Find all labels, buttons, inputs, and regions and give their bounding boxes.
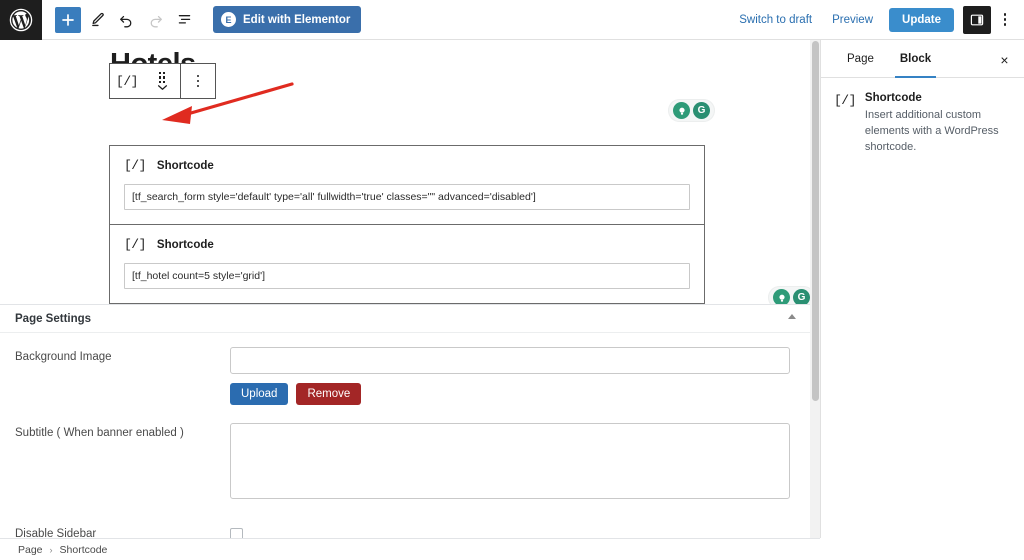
- undo-icon: [119, 15, 131, 28]
- add-block-button[interactable]: [55, 6, 81, 33]
- disable-sidebar-label: Disable Sidebar: [15, 528, 97, 538]
- chevron-down-icon: [157, 85, 167, 90]
- lightbulb-badge-icon[interactable]: [673, 102, 690, 119]
- disable-sidebar-row: Disable Sidebar: [0, 520, 812, 538]
- breadcrumb-item-shortcode[interactable]: Shortcode: [60, 544, 108, 556]
- remove-button[interactable]: Remove: [296, 383, 362, 405]
- breadcrumb-separator: ›: [49, 544, 53, 555]
- redo-button[interactable]: [142, 7, 168, 33]
- shortcode-icon: [/]: [834, 93, 856, 108]
- update-button[interactable]: Update: [889, 7, 954, 32]
- breadcrumb: Page › Shortcode: [0, 538, 820, 560]
- page-settings-title: Page Settings: [15, 312, 92, 325]
- block-info-description: Insert additional custom elements with a…: [864, 109, 999, 153]
- subtitle-field: [230, 423, 790, 504]
- block-type-button[interactable]: [/]: [110, 64, 144, 98]
- block-info-text: Shortcode Insert additional custom eleme…: [865, 92, 1010, 156]
- disable-sidebar-checkbox[interactable]: [230, 527, 243, 538]
- edit-with-elementor-label: Edit with Elementor: [243, 13, 351, 26]
- close-sidebar-button[interactable]: ×: [995, 50, 1014, 69]
- background-image-label: Background Image: [15, 351, 112, 363]
- background-image-field: Upload Remove: [230, 347, 790, 405]
- subtitle-textarea[interactable]: [230, 423, 790, 499]
- helper-badges-top[interactable]: G: [668, 99, 715, 122]
- editor-top-bar: E Edit with Elementor Switch to draft Pr…: [0, 0, 1024, 40]
- block-mover[interactable]: [144, 64, 180, 98]
- shortcode-block-label: Shortcode: [156, 159, 214, 172]
- undo-button[interactable]: [113, 7, 139, 33]
- tab-block[interactable]: Block: [887, 40, 944, 78]
- switch-to-draft-button[interactable]: Switch to draft: [729, 14, 822, 26]
- background-image-input[interactable]: [230, 347, 790, 374]
- tab-page[interactable]: Page: [834, 40, 887, 78]
- shortcode-input[interactable]: [124, 184, 690, 210]
- background-image-buttons: Upload Remove: [230, 383, 790, 405]
- shortcode-block[interactable]: [/] Shortcode: [110, 146, 704, 225]
- shortcode-icon: [/]: [124, 158, 146, 173]
- block-options-button[interactable]: [181, 64, 215, 98]
- pencil-icon: [91, 12, 104, 27]
- lightbulb-icon: [678, 107, 685, 115]
- editor-scrollbar[interactable]: [810, 40, 820, 538]
- page-settings-body: Background Image Upload Remove Subtitle …: [0, 333, 812, 538]
- shortcode-icon: [/]: [116, 73, 138, 89]
- dot: [1003, 13, 1007, 16]
- list-view-button[interactable]: [171, 7, 197, 33]
- dot: [1003, 18, 1007, 21]
- more-options-button[interactable]: [994, 6, 1016, 34]
- collapse-panel-toggle[interactable]: [788, 314, 796, 319]
- block-toolbar: [/]: [109, 63, 216, 99]
- page-settings-panel: Page Settings Background Image Upload Re…: [0, 304, 812, 538]
- list-view-icon: [178, 15, 190, 24]
- settings-panel-toggle-button[interactable]: [963, 5, 991, 34]
- subtitle-label: Subtitle ( When banner enabled ): [15, 427, 184, 439]
- plus-icon: [62, 13, 74, 26]
- dot: [1003, 23, 1007, 26]
- wordpress-logo-icon: [9, 8, 33, 31]
- elementor-badge-icon: E: [221, 12, 236, 27]
- scrollbar-thumb[interactable]: [811, 41, 819, 401]
- drag-handle-icon: [158, 71, 166, 84]
- settings-sidebar: Page Block × [/] Shortcode Insert additi…: [820, 40, 1024, 538]
- kebab-vertical-icon: [196, 74, 200, 88]
- shortcode-block-header: [/] Shortcode: [124, 237, 690, 252]
- page-settings-checkbox-group: Disable Sidebar Disable Banner Disable T…: [0, 520, 812, 538]
- shortcode-block[interactable]: [/] Shortcode: [110, 225, 704, 303]
- upload-button[interactable]: Upload: [230, 383, 289, 405]
- shortcode-block-label: Shortcode: [156, 238, 214, 251]
- sidebar-panel-icon: [970, 14, 984, 25]
- block-info-card: [/] Shortcode Insert additional custom e…: [821, 78, 1024, 156]
- grammarly-badge-icon[interactable]: G: [693, 102, 710, 119]
- redo-icon: [150, 15, 162, 28]
- subtitle-row: Subtitle ( When banner enabled ): [0, 423, 812, 504]
- block-info-title: Shortcode: [864, 92, 922, 104]
- preview-button[interactable]: Preview: [822, 14, 883, 26]
- page-settings-header: Page Settings: [0, 305, 812, 333]
- shortcode-blocks-group: [/] Shortcode [/] Shortcode: [109, 145, 705, 304]
- background-image-row: Background Image Upload Remove: [0, 347, 812, 405]
- breadcrumb-item-page[interactable]: Page: [18, 544, 43, 556]
- edit-with-elementor-button[interactable]: E Edit with Elementor: [213, 6, 362, 33]
- editor-canvas: Hotels [/]: [0, 40, 820, 538]
- sidebar-tabs: Page Block ×: [821, 40, 1024, 78]
- edit-tools-button[interactable]: [84, 7, 110, 33]
- wordpress-logo-button[interactable]: [0, 0, 42, 40]
- top-bar-right-actions: Switch to draft Preview Update: [729, 5, 1024, 34]
- top-bar-left-tools: E Edit with Elementor: [42, 6, 362, 33]
- shortcode-block-header: [/] Shortcode: [124, 158, 690, 173]
- shortcode-icon: [/]: [124, 237, 146, 252]
- lightbulb-icon: [778, 294, 785, 302]
- shortcode-input[interactable]: [124, 263, 690, 289]
